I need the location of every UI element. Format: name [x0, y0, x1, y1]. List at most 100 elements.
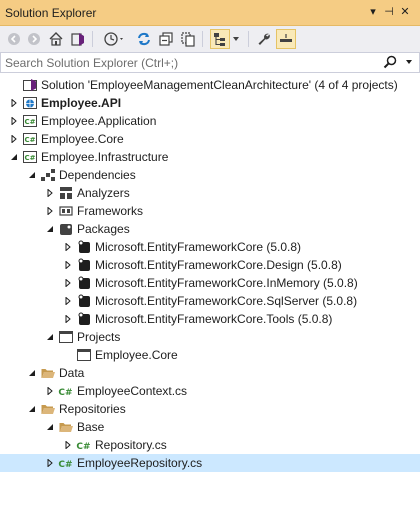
tree-item-employee-infrastructure[interactable]: C# Employee.Infrastructure: [0, 148, 420, 166]
csharp-project-icon: C#: [22, 113, 38, 129]
csharp-project-icon: C#: [22, 149, 38, 165]
collapse-arrow-icon[interactable]: [44, 328, 56, 346]
view-options-dropdown[interactable]: [230, 29, 242, 49]
tree-item-label: Projects: [77, 330, 121, 344]
tree-item-label: Microsoft.EntityFrameworkCore.Design (5.…: [95, 258, 342, 272]
tree-item-label: Base: [77, 420, 105, 434]
forward-icon: [28, 33, 40, 45]
pin-button[interactable]: ⊣: [382, 5, 396, 18]
forward-button[interactable]: [24, 29, 44, 49]
expand-arrow-icon[interactable]: [62, 436, 74, 454]
package-icon: [76, 275, 92, 291]
tree-item-dependencies[interactable]: Dependencies: [0, 166, 420, 184]
tree-item-projects[interactable]: Projects: [0, 328, 420, 346]
search-box: [0, 52, 420, 73]
tree-item-label: Repositories: [59, 402, 126, 416]
expand-arrow-icon[interactable]: [44, 184, 56, 202]
expand-arrow-icon[interactable]: [62, 292, 74, 310]
collapse-arrow-icon[interactable]: [8, 148, 20, 166]
properties-button[interactable]: [254, 29, 274, 49]
tree-view-icon: [214, 33, 225, 46]
back-button[interactable]: [4, 29, 24, 49]
close-button[interactable]: ✕: [398, 5, 412, 18]
show-all-files-button[interactable]: [178, 29, 198, 49]
expand-arrow-icon[interactable]: [44, 454, 56, 472]
expand-arrow-icon[interactable]: [8, 130, 20, 148]
show-all-files-icon: [181, 32, 195, 47]
tree-item-employee-core[interactable]: C# Employee.Core: [0, 130, 420, 148]
tree-item-microsoft-entityframeworkcore-inmemory-5-0-8[interactable]: Microsoft.EntityFrameworkCore.InMemory (…: [0, 274, 420, 292]
expand-arrow-icon[interactable]: [62, 256, 74, 274]
solution-icon: [22, 77, 38, 93]
tree-item-label: Frameworks: [77, 204, 144, 218]
title-bar: Solution Explorer ▾ ⊣ ✕: [0, 0, 420, 26]
frameworks-icon: [58, 203, 74, 219]
package-icon: [76, 257, 92, 273]
dependencies-icon: [40, 167, 56, 183]
collapse-all-button[interactable]: [156, 29, 176, 49]
collapse-arrow-icon[interactable]: [26, 364, 38, 382]
collapse-all-icon: [159, 32, 173, 46]
preview-pane-button[interactable]: [276, 29, 296, 49]
tree-item-label: Employee.Core: [41, 132, 124, 146]
collapse-arrow-icon[interactable]: [44, 418, 56, 436]
tree-item-label: Employee.Core: [95, 348, 178, 362]
tree-item-label: Dependencies: [59, 168, 136, 182]
csharp-file-icon: C#: [76, 437, 92, 453]
tree-item-data[interactable]: Data: [0, 364, 420, 382]
switch-views-button[interactable]: [68, 29, 88, 49]
refresh-icon: [138, 32, 150, 46]
tree-item-employee-application[interactable]: C# Employee.Application: [0, 112, 420, 130]
folder-open-icon: [58, 419, 74, 435]
expand-arrow-icon[interactable]: [44, 202, 56, 220]
tree-item-microsoft-entityframeworkcore-sqlserver-5-0-8[interactable]: Microsoft.EntityFrameworkCore.SqlServer …: [0, 292, 420, 310]
folder-open-icon: [40, 401, 56, 417]
svg-text:C#: C#: [24, 118, 35, 126]
tree-item-microsoft-entityframeworkcore-5-0-8[interactable]: Microsoft.EntityFrameworkCore (5.0.8): [0, 238, 420, 256]
collapse-arrow-icon[interactable]: [44, 220, 56, 238]
preview-selected-items-button[interactable]: [210, 29, 230, 49]
tree-item-frameworks[interactable]: Frameworks: [0, 202, 420, 220]
home-button[interactable]: [46, 29, 66, 49]
tree-item-repository-cs[interactable]: C# Repository.cs: [0, 436, 420, 454]
tree-item-employee-api[interactable]: Employee.API: [0, 94, 420, 112]
expand-arrow-icon[interactable]: [8, 112, 20, 130]
toolbar: [0, 26, 420, 52]
sync-with-active-document-button[interactable]: [134, 29, 154, 49]
tree-item-label: EmployeeRepository.cs: [77, 456, 203, 470]
tree-item-analyzers[interactable]: Analyzers: [0, 184, 420, 202]
tree-item-microsoft-entityframeworkcore-tools-5-0-8[interactable]: Microsoft.EntityFrameworkCore.Tools (5.0…: [0, 310, 420, 328]
projects-icon: [58, 329, 74, 345]
svg-text:C#: C#: [58, 460, 72, 470]
packages-icon: [58, 221, 74, 237]
switch-views-icon: [71, 33, 84, 46]
tree-item-solution-employeemanagementcleanarchitecture-4-of-4-projects[interactable]: Solution 'EmployeeManagementCleanArchite…: [0, 76, 420, 94]
search-button[interactable]: [383, 55, 397, 72]
tree-item-repositories[interactable]: Repositories: [0, 400, 420, 418]
csharp-project-icon: C#: [22, 131, 38, 147]
tree-item-employeerepository-cs[interactable]: C# EmployeeRepository.cs: [0, 454, 420, 472]
search-options-dropdown[interactable]: [405, 54, 413, 68]
collapse-arrow-icon[interactable]: [26, 400, 38, 418]
tree-item-base[interactable]: Base: [0, 418, 420, 436]
expand-arrow-icon[interactable]: [62, 238, 74, 256]
expand-arrow-icon[interactable]: [8, 94, 20, 112]
tree-item-microsoft-entityframeworkcore-design-5-0-8[interactable]: Microsoft.EntityFrameworkCore.Design (5.…: [0, 256, 420, 274]
expand-arrow-icon[interactable]: [44, 382, 56, 400]
web-project-icon: [22, 95, 38, 111]
project-reference-icon: [76, 347, 92, 363]
pending-changes-filter-button[interactable]: [100, 29, 130, 49]
tree-item-employee-core[interactable]: Employee.Core: [0, 346, 420, 364]
window-title: Solution Explorer: [5, 6, 97, 20]
search-input[interactable]: [5, 55, 385, 70]
expand-arrow-icon[interactable]: [62, 310, 74, 328]
collapse-arrow-icon[interactable]: [26, 166, 38, 184]
tree-item-label: Employee.API: [41, 96, 122, 110]
expand-arrow-icon[interactable]: [62, 274, 74, 292]
tree-item-packages[interactable]: Packages: [0, 220, 420, 238]
svg-text:C#: C#: [24, 154, 35, 162]
home-icon: [49, 32, 63, 46]
tree-item-employeecontext-cs[interactable]: C# EmployeeContext.cs: [0, 382, 420, 400]
window-options-dropdown[interactable]: ▾: [366, 5, 380, 18]
svg-text:C#: C#: [24, 136, 35, 144]
